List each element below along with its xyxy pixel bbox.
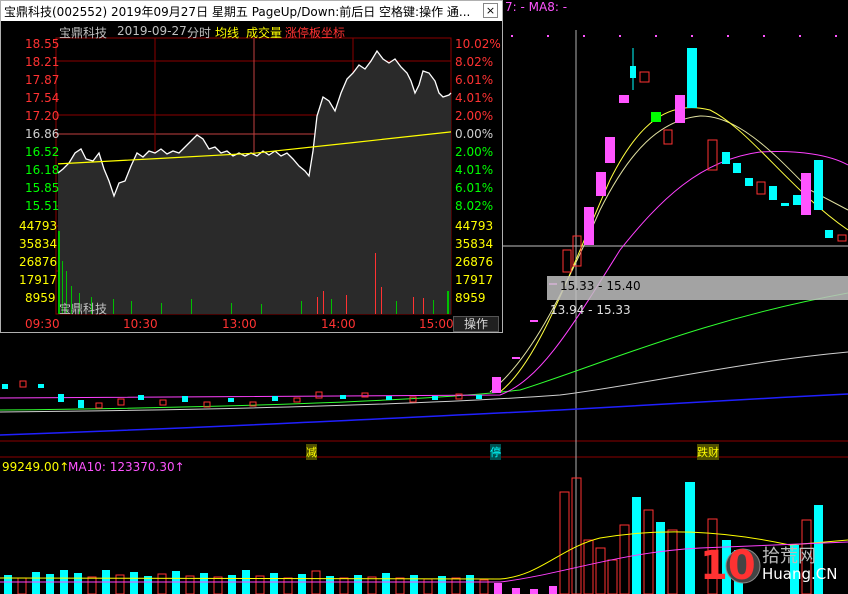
vol-axis-left-4: 17917 (19, 273, 58, 287)
price-axis-1: 18.55 (25, 37, 60, 51)
price-axis-3: 17.87 (25, 73, 60, 87)
pct-axis-1: 10.02% (455, 37, 501, 51)
time-label-1400: 14:00 (321, 317, 356, 331)
ma-header: 7: - MA8: - (505, 0, 568, 14)
price-box-label: 15.33 - 15.40 (560, 279, 641, 293)
vol-axis-left-2: 35834 (19, 237, 58, 251)
legend-limit[interactable]: 涨停板坐标 (285, 24, 345, 41)
chart-stock-name: 宝鼎科技 (59, 26, 108, 40)
marker-reduce[interactable]: 减 (306, 444, 317, 460)
marker-finance[interactable]: 跌财 (697, 444, 719, 460)
time-label-1030: 10:30 (123, 317, 158, 331)
vol-axis-right-1: 44793 (455, 219, 494, 233)
volume-value: 99249.00↑ (2, 460, 70, 474)
watermark-latin: Huang.CN (762, 565, 838, 583)
ma-yellow-line (499, 107, 848, 393)
pct-axis-7: 2.00% (455, 145, 494, 159)
ma-dot-row (511, 35, 837, 37)
chart-date: 2019-09-27 (117, 24, 187, 38)
vol-axis-left-1: 44793 (19, 219, 58, 233)
pct-axis-5: 2.00% (455, 109, 494, 123)
ma-blue-line (0, 393, 848, 436)
time-label-0930: 09:30 (25, 317, 60, 331)
pct-axis-9: 6.01% (455, 181, 494, 195)
pct-axis-2: 8.02% (455, 55, 494, 69)
pct-axis-6: 0.00% (455, 127, 494, 141)
vol-axis-right-4: 17917 (455, 273, 494, 287)
price-axis-6: 16.86 (25, 127, 60, 141)
legend-avg[interactable]: 均线 (215, 24, 239, 41)
vol-axis-left-3: 26876 (19, 255, 58, 269)
price-axis-4: 17.54 (25, 91, 60, 105)
volume-stock-name: 宝鼎科技 (59, 302, 108, 316)
chart-mode: 分时 (187, 26, 212, 40)
vol-axis-right-5: 8959 (455, 291, 486, 305)
intraday-chart[interactable] (1, 1, 504, 334)
price-axis-10: 15.51 (25, 199, 60, 213)
early-candles (2, 380, 482, 409)
time-label-1500: 15:00 (419, 317, 454, 331)
limit-up-candles (492, 48, 847, 393)
price-axis-7: 16.52 (25, 145, 60, 159)
ma-white-line (0, 351, 848, 413)
pct-axis-4: 4.01% (455, 91, 494, 105)
marker-suspend[interactable]: 停 (490, 444, 501, 460)
legend-volume[interactable]: 成交量 (246, 24, 282, 41)
volume-ma10: MA10: 123370.30↑ (68, 460, 185, 474)
pct-axis-10: 8.02% (455, 199, 494, 213)
vol-axis-right-3: 26876 (455, 255, 494, 269)
price-axis-8: 16.18 (25, 163, 60, 177)
intraday-popup[interactable]: 宝鼎科技(002552) 2019年09月27日 星期五 PageUp/Down… (0, 0, 503, 333)
vol-axis-left-5: 8959 (25, 291, 56, 305)
price-range-label: 13.94 - 15.33 (550, 303, 631, 317)
operate-button[interactable]: 操作 (453, 316, 499, 332)
price-axis-5: 17.20 (25, 109, 60, 123)
time-label-1300: 13:00 (222, 317, 257, 331)
pct-axis-3: 6.01% (455, 73, 494, 87)
ma-white2-line (489, 115, 848, 393)
watermark-number: 10 (700, 543, 756, 589)
vol-axis-right-2: 35834 (455, 237, 494, 251)
pct-axis-8: 4.01% (455, 163, 494, 177)
price-axis-9: 15.85 (25, 181, 60, 195)
price-axis-2: 18.21 (25, 55, 60, 69)
